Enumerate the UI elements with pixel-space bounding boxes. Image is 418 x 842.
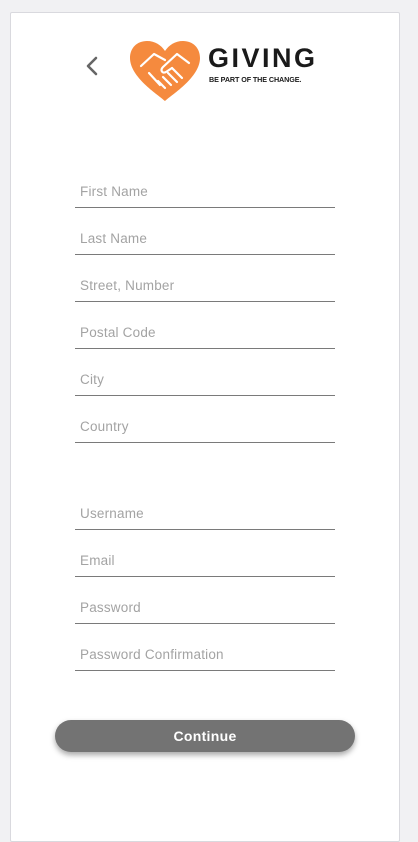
password-field bbox=[75, 593, 335, 624]
postal-code-field bbox=[75, 318, 335, 349]
first-name-field bbox=[75, 177, 335, 208]
postal-code-input[interactable] bbox=[75, 318, 335, 346]
city-field bbox=[75, 365, 335, 396]
brand-tagline: BE PART OF THE CHANGE. bbox=[209, 75, 302, 84]
email-input[interactable] bbox=[75, 546, 335, 574]
continue-button[interactable]: Continue bbox=[55, 720, 355, 752]
email-field bbox=[75, 546, 335, 577]
last-name-input[interactable] bbox=[75, 224, 335, 252]
username-input[interactable] bbox=[75, 499, 335, 527]
password-input[interactable] bbox=[75, 593, 335, 621]
country-input[interactable] bbox=[75, 412, 335, 440]
heart-handshake-icon bbox=[130, 41, 200, 101]
chevron-left-icon bbox=[86, 56, 98, 76]
username-field bbox=[75, 499, 335, 530]
city-input[interactable] bbox=[75, 365, 335, 393]
giving-logo: GIVING BE PART OF THE CHANGE. bbox=[127, 39, 327, 103]
brand-title: GIVING bbox=[208, 43, 318, 73]
street-input[interactable] bbox=[75, 271, 335, 299]
first-name-input[interactable] bbox=[75, 177, 335, 205]
password-confirmation-field bbox=[75, 640, 335, 671]
password-confirmation-input[interactable] bbox=[75, 640, 335, 668]
registration-screen: GIVING BE PART OF THE CHANGE. Continue bbox=[10, 12, 400, 842]
country-field bbox=[75, 412, 335, 443]
last-name-field bbox=[75, 224, 335, 255]
back-button[interactable] bbox=[81, 51, 105, 81]
street-field bbox=[75, 271, 335, 302]
